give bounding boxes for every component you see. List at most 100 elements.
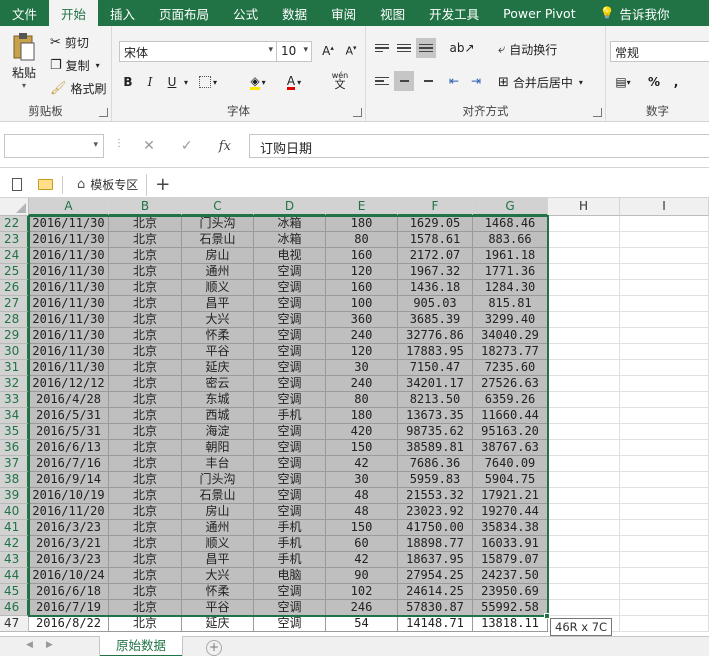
cell-e[interactable]: 80 <box>326 232 398 248</box>
cell-empty[interactable] <box>620 248 709 264</box>
cell-e[interactable]: 160 <box>326 248 398 264</box>
select-all-button[interactable] <box>0 198 29 216</box>
row-header[interactable]: 38 <box>0 472 29 488</box>
cell-b[interactable]: 北京 <box>109 504 182 520</box>
cell-empty[interactable] <box>620 568 709 584</box>
cell-d[interactable]: 空调 <box>254 472 326 488</box>
cell-b[interactable]: 北京 <box>109 328 182 344</box>
cell-g[interactable]: 883.66 <box>473 232 548 248</box>
cell-b[interactable]: 北京 <box>109 376 182 392</box>
cell-c[interactable]: 顺义 <box>182 280 254 296</box>
cell-e[interactable]: 240 <box>326 376 398 392</box>
cell-empty[interactable] <box>620 520 709 536</box>
column-header-c[interactable]: C <box>182 198 254 216</box>
cell-f[interactable]: 98735.62 <box>398 424 473 440</box>
percent-button[interactable]: % <box>644 72 664 92</box>
tab-1[interactable]: 开始 <box>49 0 99 26</box>
cell-c[interactable]: 石景山 <box>182 232 254 248</box>
cell-empty[interactable] <box>548 408 620 424</box>
tab-7[interactable]: 视图 <box>368 0 417 26</box>
cell-b[interactable]: 北京 <box>109 424 182 440</box>
decrease-indent-button[interactable]: ⇤ <box>444 71 464 91</box>
tab-4[interactable]: 公式 <box>221 0 270 26</box>
cell-a[interactable]: 2016/3/23 <box>29 552 109 568</box>
cell-empty[interactable] <box>548 392 620 408</box>
column-header-h[interactable]: H <box>548 198 620 216</box>
cell-f[interactable]: 1436.18 <box>398 280 473 296</box>
cell-b[interactable]: 北京 <box>109 408 182 424</box>
cell-e[interactable]: 48 <box>326 488 398 504</box>
copy-dropdown-icon[interactable]: ▾ <box>96 61 100 70</box>
cell-f[interactable]: 41750.00 <box>398 520 473 536</box>
tab-6[interactable]: 审阅 <box>319 0 368 26</box>
cell-a[interactable]: 2016/6/18 <box>29 584 109 600</box>
open-folder-button[interactable] <box>34 175 56 195</box>
cell-empty[interactable] <box>548 328 620 344</box>
cell-empty[interactable] <box>620 616 709 632</box>
cell-c[interactable]: 顺义 <box>182 536 254 552</box>
cell-empty[interactable] <box>620 488 709 504</box>
cell-empty[interactable] <box>548 552 620 568</box>
cell-d[interactable]: 空调 <box>254 584 326 600</box>
cell-f[interactable]: 5959.83 <box>398 472 473 488</box>
cell-c[interactable]: 怀柔 <box>182 328 254 344</box>
tab-9[interactable]: Power Pivot <box>491 0 587 26</box>
cell-d[interactable]: 手机 <box>254 536 326 552</box>
row-header[interactable]: 45 <box>0 584 29 600</box>
row-header[interactable]: 42 <box>0 536 29 552</box>
cell-f[interactable]: 8213.50 <box>398 392 473 408</box>
cell-f[interactable]: 34201.17 <box>398 376 473 392</box>
underline-button[interactable]: U <box>162 72 182 92</box>
cell-b[interactable]: 北京 <box>109 312 182 328</box>
paste-dropdown-icon[interactable]: ▾ <box>22 81 26 90</box>
cell-empty[interactable] <box>548 456 620 472</box>
cell-d[interactable]: 手机 <box>254 408 326 424</box>
cell-empty[interactable] <box>548 296 620 312</box>
cell-e[interactable]: 150 <box>326 440 398 456</box>
cell-d[interactable]: 空调 <box>254 328 326 344</box>
cell-b[interactable]: 北京 <box>109 344 182 360</box>
cell-c[interactable]: 平谷 <box>182 344 254 360</box>
cell-g[interactable]: 1468.46 <box>473 216 548 232</box>
cell-empty[interactable] <box>548 216 620 232</box>
cell-c[interactable]: 西城 <box>182 408 254 424</box>
cell-f[interactable]: 1967.32 <box>398 264 473 280</box>
orientation-button[interactable]: ab↗ <box>448 38 476 58</box>
tab-3[interactable]: 页面布局 <box>147 0 221 26</box>
cell-empty[interactable] <box>620 600 709 616</box>
tab-5[interactable]: 数据 <box>270 0 319 26</box>
row-header[interactable]: 36 <box>0 440 29 456</box>
cell-e[interactable]: 90 <box>326 568 398 584</box>
cell-g[interactable]: 19270.44 <box>473 504 548 520</box>
cell-c[interactable]: 密云 <box>182 376 254 392</box>
column-header-a[interactable]: A <box>29 198 109 216</box>
new-document-button[interactable] <box>6 175 28 195</box>
font-launcher-icon[interactable] <box>353 108 362 117</box>
align-left-button[interactable] <box>372 71 392 91</box>
align-right-button[interactable] <box>416 71 436 91</box>
cell-g[interactable]: 17921.21 <box>473 488 548 504</box>
row-header[interactable]: 32 <box>0 376 29 392</box>
cell-f[interactable]: 3685.39 <box>398 312 473 328</box>
cell-empty[interactable] <box>548 504 620 520</box>
cell-a[interactable]: 2016/11/30 <box>29 344 109 360</box>
row-header[interactable]: 43 <box>0 552 29 568</box>
cell-empty[interactable] <box>548 264 620 280</box>
cell-e[interactable]: 30 <box>326 472 398 488</box>
cell-empty[interactable] <box>620 392 709 408</box>
align-middle-button[interactable] <box>394 38 414 58</box>
cell-d[interactable]: 手机 <box>254 520 326 536</box>
cell-d[interactable]: 空调 <box>254 616 326 632</box>
cell-a[interactable]: 2016/7/16 <box>29 456 109 472</box>
cell-a[interactable]: 2016/12/12 <box>29 376 109 392</box>
column-header-e[interactable]: E <box>326 198 398 216</box>
merge-center-button[interactable]: ⊞ 合并后居中 ▾ <box>498 74 583 91</box>
cell-a[interactable]: 2016/11/30 <box>29 312 109 328</box>
cell-e[interactable]: 42 <box>326 456 398 472</box>
cell-g[interactable]: 7235.60 <box>473 360 548 376</box>
cell-empty[interactable] <box>620 232 709 248</box>
cell-d[interactable]: 手机 <box>254 552 326 568</box>
cell-b[interactable]: 北京 <box>109 456 182 472</box>
cell-e[interactable]: 80 <box>326 392 398 408</box>
cell-d[interactable]: 空调 <box>254 344 326 360</box>
